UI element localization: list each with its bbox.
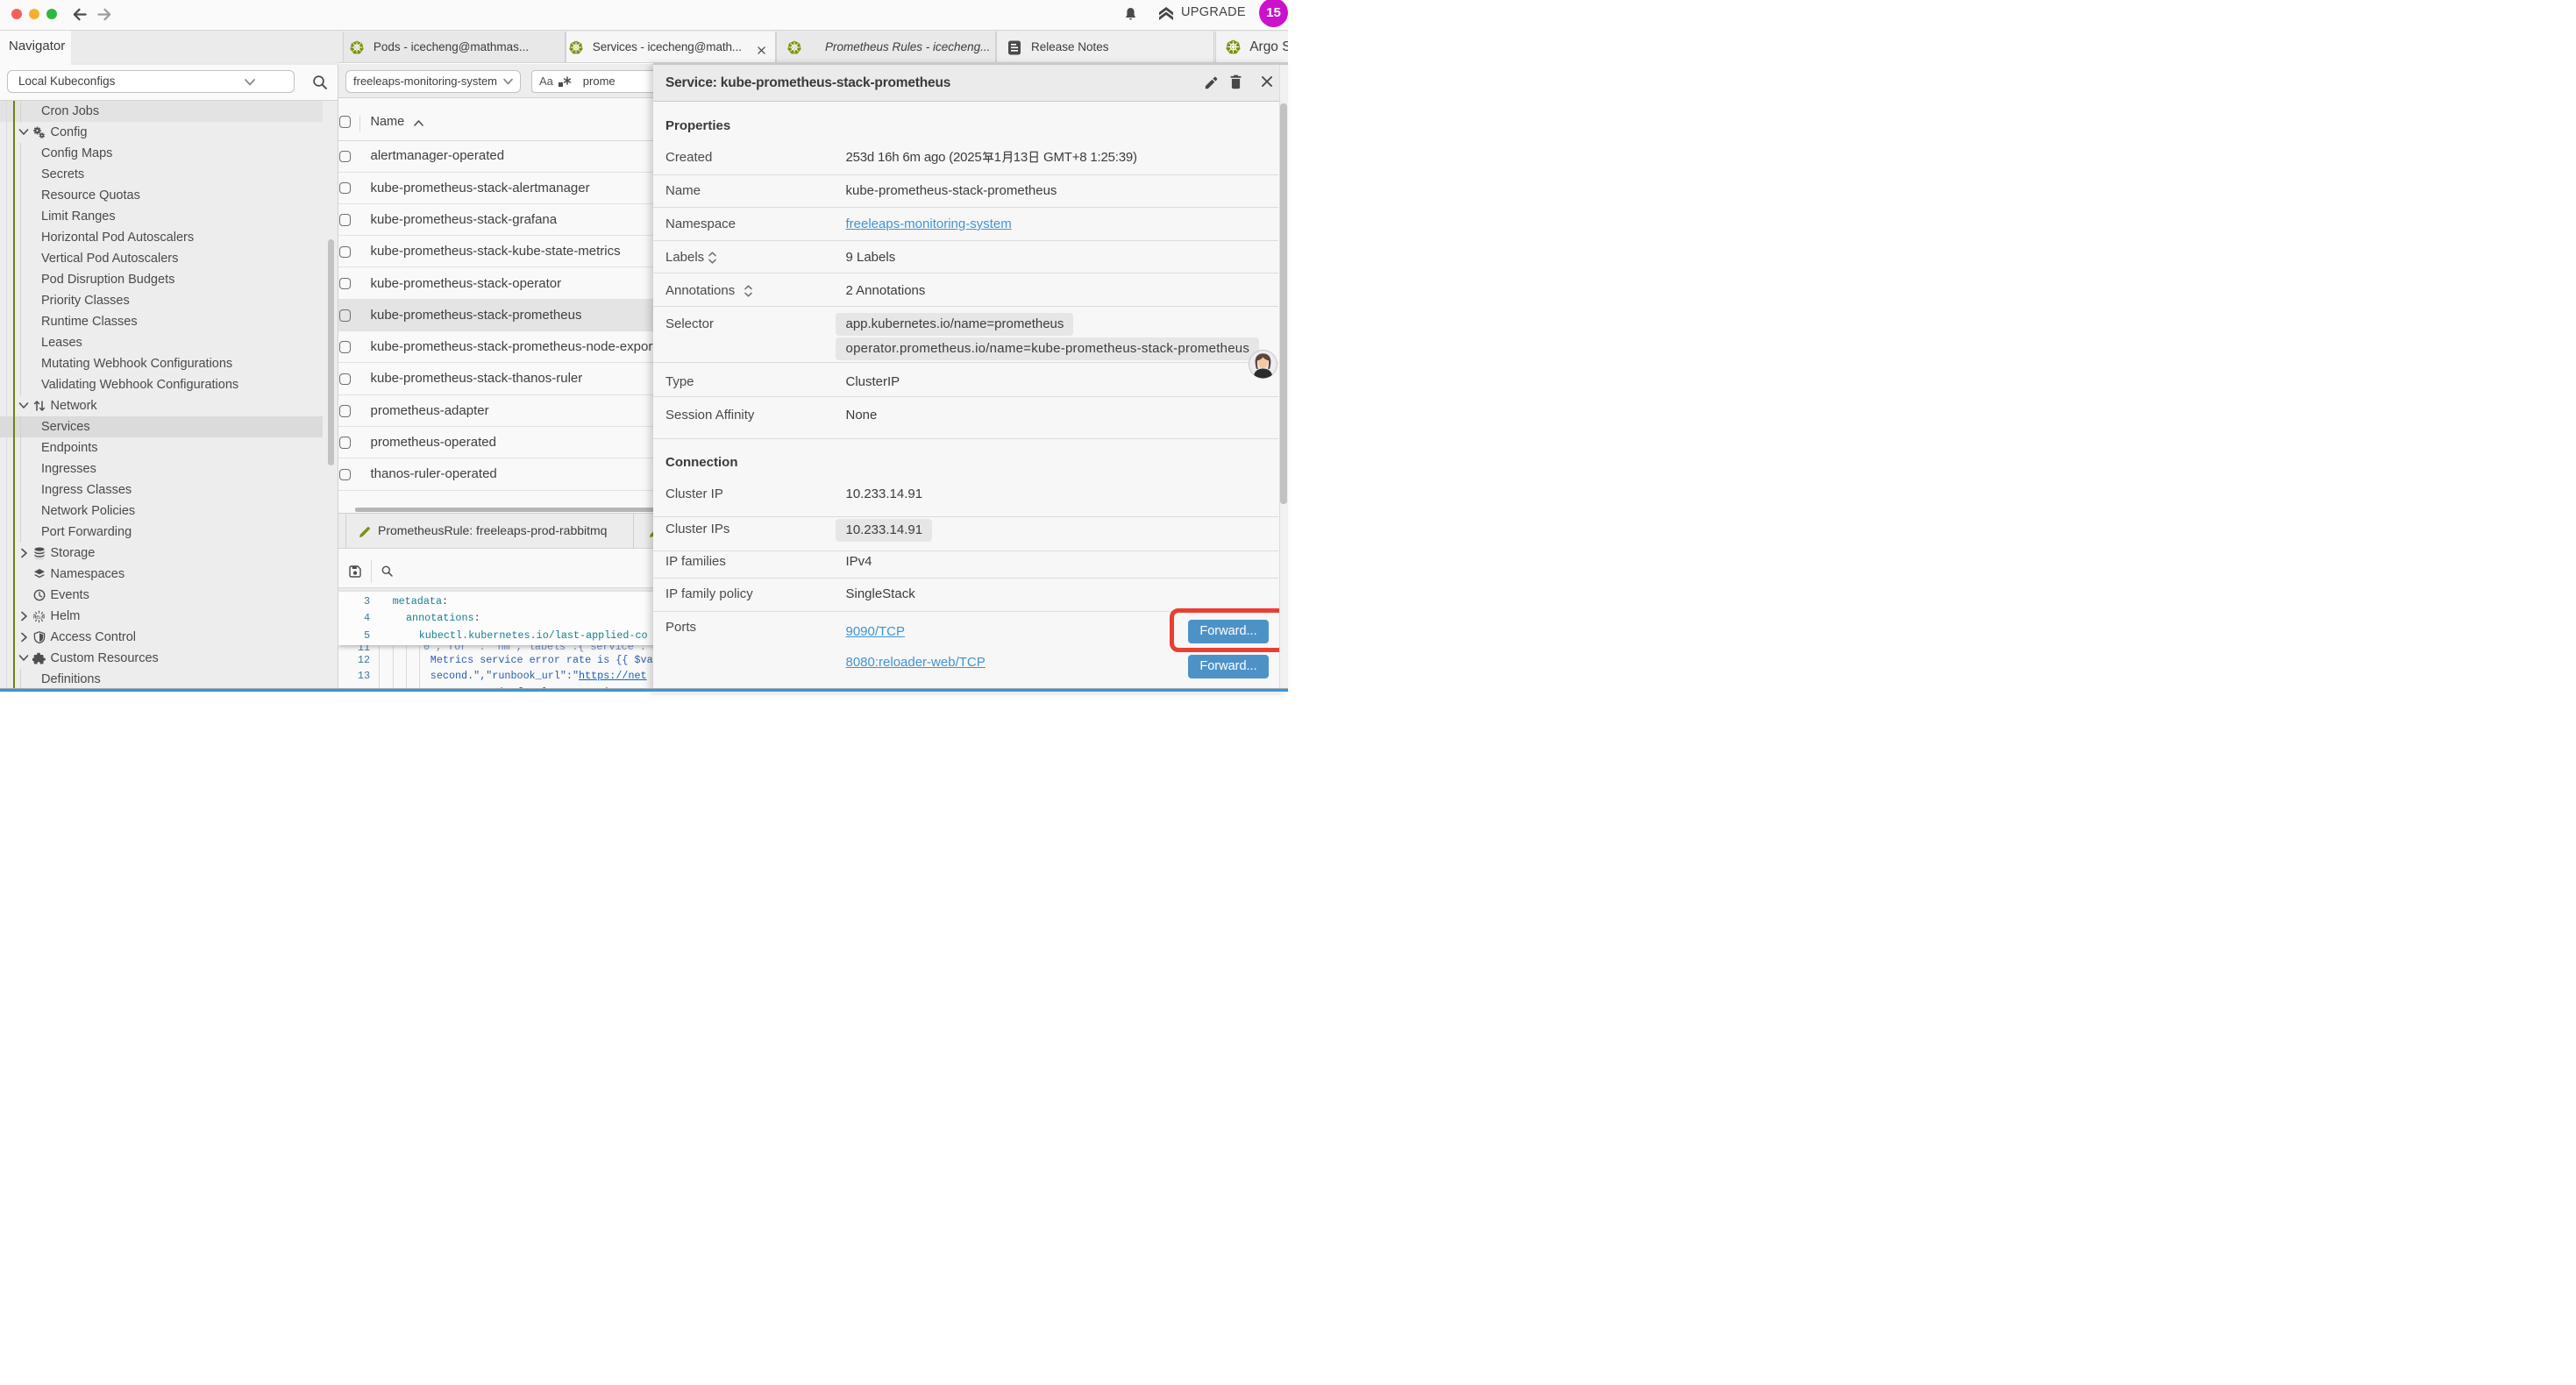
svg-text:HELM: HELM <box>33 614 45 619</box>
